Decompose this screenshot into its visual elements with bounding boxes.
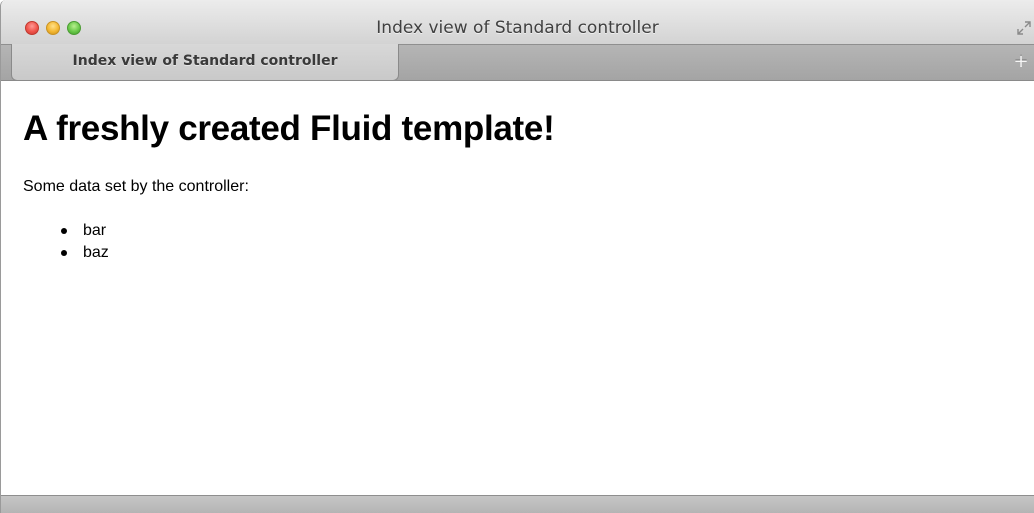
window-title: Index view of Standard controller <box>376 18 659 38</box>
page-heading: A freshly created Fluid template! <box>23 109 555 148</box>
page-content: A freshly created Fluid template! Some d… <box>1 81 1034 495</box>
status-bar <box>1 495 1034 513</box>
tab-label: Index view of Standard controller <box>72 53 338 69</box>
list-item: bar <box>61 220 109 242</box>
tab-bar: Index view of Standard controller + <box>1 44 1034 81</box>
title-bar: Index view of Standard controller <box>1 0 1034 44</box>
fullscreen-icon[interactable] <box>1016 20 1032 36</box>
new-tab-button[interactable]: + <box>1012 51 1030 73</box>
item-list: bar baz <box>61 220 109 264</box>
tab-index-view[interactable]: Index view of Standard controller <box>11 44 399 81</box>
intro-text: Some data set by the controller: <box>23 178 249 195</box>
list-item: baz <box>61 242 109 264</box>
browser-window: Index view of Standard controller Index … <box>0 0 1034 513</box>
